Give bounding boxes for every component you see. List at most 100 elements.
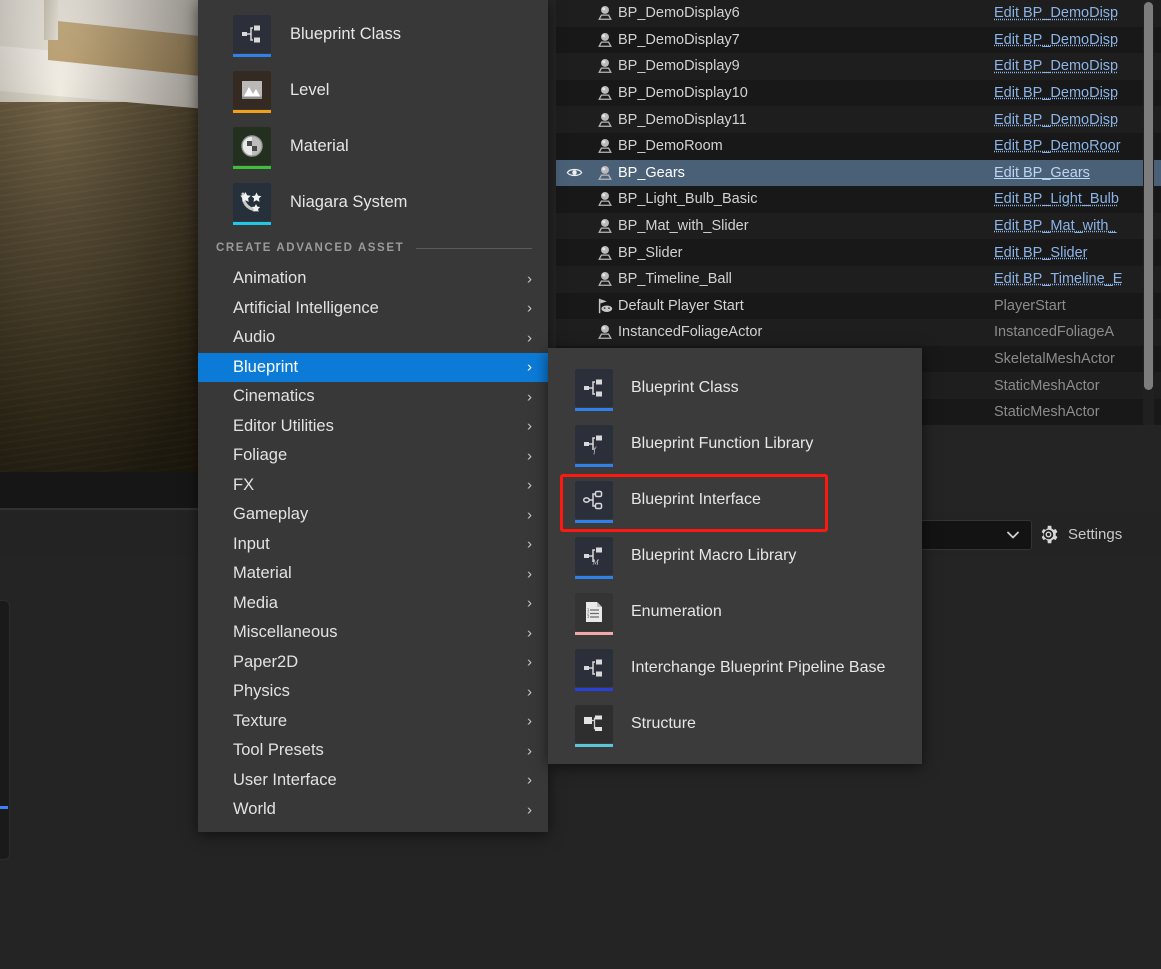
submenu-item-label: Blueprint Macro Library [631,547,797,564]
table-row[interactable]: Default Player Start PlayerStart [556,292,1161,320]
menu-item-niagara-system[interactable]: Niagara System [198,174,548,230]
outliner-item-label: BP_Gears [618,164,685,181]
table-row[interactable]: BP_Gears Edit BP_Gears [556,159,1161,187]
table-row[interactable]: BP_DemoDisplay10 Edit BP_DemoDisp [556,79,1161,107]
blueprint-submenu[interactable]: Blueprint Class f Blueprint Function Lib… [548,348,922,764]
player-start-icon [592,297,618,315]
menu-item-user-interface[interactable]: User Interface › [198,766,548,796]
table-row[interactable]: BP_DemoRoom Edit BP_DemoRoor [556,132,1161,160]
menu-item-label: World [233,800,276,819]
menu-item-level[interactable]: Level [198,62,548,118]
table-row[interactable]: InstancedFoliageActor InstancedFoliageA [556,319,1161,346]
chevron-right-icon: › [527,476,532,494]
submenu-item-label: Blueprint Function Library [631,435,814,452]
outliner-edit-link[interactable]: Edit BP_Light_Bulb [994,191,1119,207]
menu-item-paper2d[interactable]: Paper2D › [198,648,548,678]
chevron-down-icon [1005,527,1021,543]
chevron-right-icon: › [527,447,532,465]
create-advanced-asset-section: CREATE ADVANCED ASSET [198,236,548,260]
table-row[interactable]: BP_Light_Bulb_Basic Edit BP_Light_Bulb [556,186,1161,213]
menu-item-artificial-intelligence[interactable]: Artificial Intelligence › [198,294,548,324]
outliner-scrollbar-thumb[interactable] [1144,2,1153,390]
blueprint-function-icon: f [575,425,613,467]
table-row[interactable]: BP_DemoDisplay9 Edit BP_DemoDisp [556,53,1161,80]
menu-item-label: Material [233,564,292,583]
outliner-edit-link[interactable]: Edit BP_DemoDisp [994,32,1118,48]
menu-item-animation[interactable]: Animation › [198,264,548,294]
left-dock-tab[interactable] [0,600,10,860]
menu-item-blueprint-class[interactable]: Blueprint Class [198,6,548,62]
submenu-item-blueprint-macro-library[interactable]: M Blueprint Macro Library [548,528,922,584]
table-row[interactable]: BP_DemoDisplay6 Edit BP_DemoDisp [556,0,1161,27]
menu-item-fx[interactable]: FX › [198,471,548,501]
submenu-item-structure[interactable]: Structure [548,696,922,752]
structure-icon [575,705,613,747]
table-row[interactable]: BP_DemoDisplay7 Edit BP_DemoDisp [556,26,1161,54]
submenu-item-interchange-blueprint-pipeline-base[interactable]: Interchange Blueprint Pipeline Base [548,640,922,696]
enumeration-icon: 123 [575,593,613,635]
table-row[interactable]: BP_Timeline_Ball Edit BP_Timeline_E [556,265,1161,293]
menu-item-editor-utilities[interactable]: Editor Utilities › [198,412,548,442]
chevron-right-icon: › [527,653,532,671]
outliner-edit-link[interactable]: Edit BP_Slider [994,245,1088,261]
menu-item-label: Tool Presets [233,741,324,760]
menu-item-label: Media [233,593,278,612]
menu-item-material[interactable]: Material [198,118,548,174]
menu-item-label: Cinematics [233,387,315,406]
outliner-edit-link[interactable]: Edit BP_DemoDisp [994,58,1118,74]
menu-item-cinematics[interactable]: Cinematics › [198,382,548,412]
menu-item-media[interactable]: Media › [198,589,548,619]
menu-item-texture[interactable]: Texture › [198,707,548,737]
outliner-edit-link[interactable]: Edit BP_DemoRoor [994,138,1121,154]
outliner-item-type: StaticMeshActor [994,377,1100,394]
menu-item-material[interactable]: Material › [198,559,548,589]
material-icon [233,127,271,169]
blueprint-class-icon [575,649,613,691]
outliner-edit-link[interactable]: Edit BP_DemoDisp [994,112,1118,128]
outliner-edit-link[interactable]: Edit BP_Mat_with_ [994,218,1117,234]
submenu-item-enumeration[interactable]: 123 Enumeration [548,584,922,640]
table-row[interactable]: BP_Mat_with_Slider Edit BP_Mat_with_ [556,212,1161,240]
menu-item-gameplay[interactable]: Gameplay › [198,500,548,530]
menu-item-foliage[interactable]: Foliage › [198,441,548,471]
actor-icon [592,137,618,155]
blueprint-macro-icon: M [575,537,613,579]
outliner-item-label: BP_DemoDisplay9 [618,58,740,75]
outliner-edit-link[interactable]: Edit BP_DemoDisp [994,85,1118,101]
outliner-edit-link[interactable]: Edit BP_DemoDisp [994,5,1118,21]
table-row[interactable]: BP_Slider Edit BP_Slider [556,239,1161,266]
actor-icon [592,270,618,288]
menu-item-label: Material [290,136,349,155]
outliner-item-label: InstancedFoliageActor [618,324,763,341]
actor-icon [592,84,618,102]
menu-item-audio[interactable]: Audio › [198,323,548,353]
submenu-item-blueprint-function-library[interactable]: f Blueprint Function Library [548,416,922,472]
viewport-bottom-bar [0,472,200,510]
actor-icon [592,111,618,129]
menu-item-input[interactable]: Input › [198,530,548,560]
menu-item-label: Foliage [233,446,288,465]
level-viewport[interactable] [0,0,200,472]
submenu-item-blueprint-interface[interactable]: Blueprint Interface [548,472,922,528]
eye-icon[interactable] [556,164,592,181]
outliner-item-label: BP_DemoDisplay11 [618,111,747,128]
table-row[interactable]: BP_DemoDisplay11 Edit BP_DemoDisp [556,106,1161,133]
submenu-item-label: Enumeration [631,603,722,620]
outliner-item-type: StaticMeshActor [994,404,1100,421]
outliner-item-label: Default Player Start [618,297,744,314]
submenu-item-blueprint-class[interactable]: Blueprint Class [548,360,922,416]
toolbar-dropdown[interactable] [906,520,1032,550]
menu-item-miscellaneous[interactable]: Miscellaneous › [198,618,548,648]
outliner-item-label: BP_DemoRoom [618,138,723,155]
menu-item-label: Physics [233,682,290,701]
menu-item-blueprint[interactable]: Blueprint › [198,352,548,382]
menu-item-world[interactable]: World › [198,795,548,825]
settings-button[interactable]: Settings [1038,521,1122,547]
gear-icon [1038,524,1059,545]
outliner-edit-link[interactable]: Edit BP_Timeline_E [994,271,1122,287]
menu-item-physics[interactable]: Physics › [198,677,548,707]
chevron-right-icon: › [527,624,532,642]
menu-item-tool-presets[interactable]: Tool Presets › [198,736,548,766]
add-asset-context-menu[interactable]: Blueprint Class Level Material Niagara S… [198,0,548,832]
outliner-edit-link[interactable]: Edit BP_Gears [994,165,1090,181]
